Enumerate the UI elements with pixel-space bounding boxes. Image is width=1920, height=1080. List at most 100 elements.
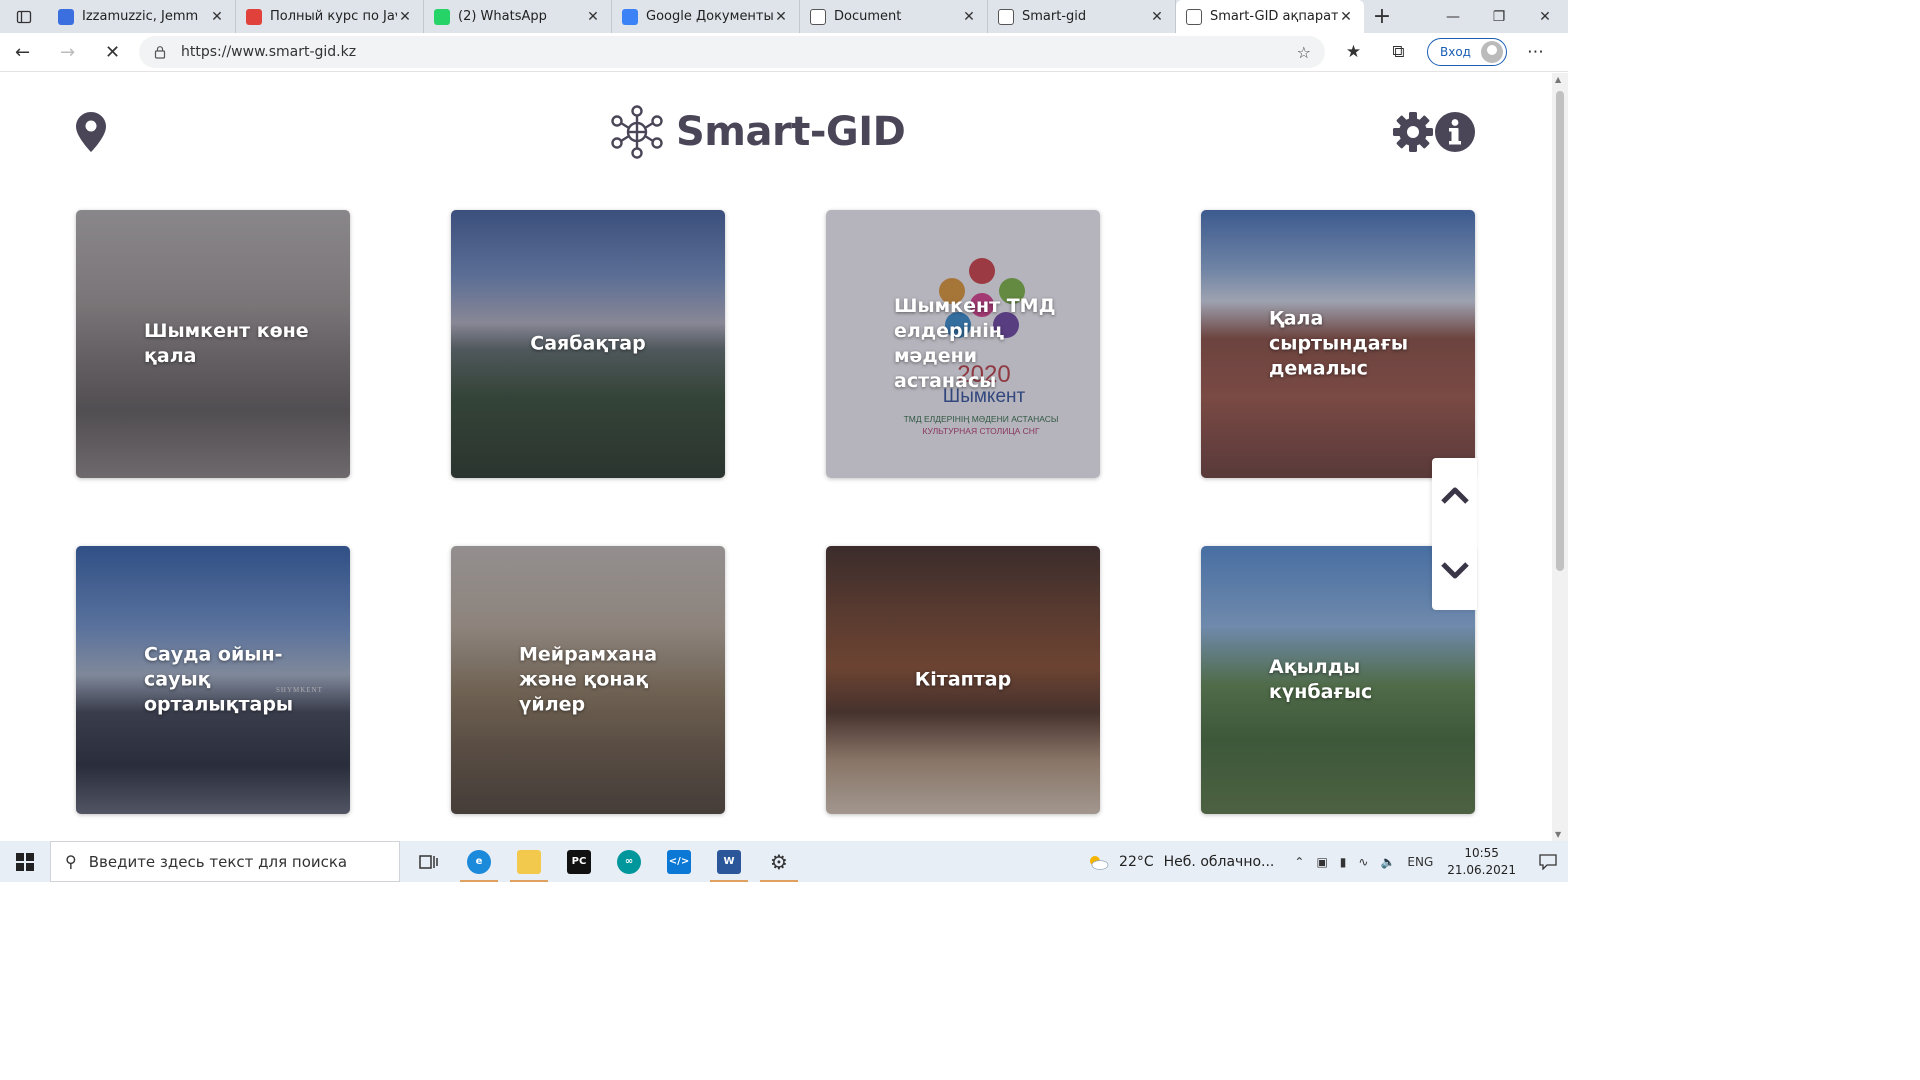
taskbar-search[interactable]: ⚲ Введите здесь текст для поиска (50, 841, 400, 882)
url-text[interactable]: https://www.smart-gid.kz (181, 44, 1297, 60)
forward-button[interactable]: → (45, 34, 90, 70)
notifications-button[interactable] (1528, 853, 1568, 870)
browser-tab[interactable]: Smart-gid ✕ (988, 0, 1176, 33)
battery-icon[interactable]: ▮ (1340, 855, 1347, 869)
folder-icon (517, 849, 541, 874)
card-label: Ақылды күнбағыс (1269, 656, 1373, 703)
browser-tab[interactable]: Smart-GID ақпаратты✕ (1176, 0, 1364, 33)
scroll-down-arrow-icon[interactable]: ▼ (1555, 830, 1561, 839)
page-scrollbar[interactable]: ▲ ▼ (1552, 73, 1568, 841)
location-pin-icon[interactable] (74, 111, 108, 153)
category-card[interactable]: Шымкент көне қала (76, 210, 350, 478)
close-tab-icon[interactable]: ✕ (585, 9, 601, 25)
wifi-icon[interactable]: ∿ (1358, 855, 1368, 869)
taskbar-word[interactable]: W (704, 841, 754, 882)
browser-tab[interactable]: Document ✕ (800, 0, 988, 33)
scroll-up-arrow-icon[interactable]: ▲ (1555, 75, 1561, 84)
arrow-left-icon: ← (14, 41, 31, 63)
close-tab-icon[interactable]: ✕ (773, 9, 789, 25)
browser-tab[interactable]: Izzamuzzic, Jemm ✕ (48, 0, 236, 33)
browser-tab-strip: Izzamuzzic, Jemm ✕ Полный курс по Java ✕ (2)… (0, 0, 1568, 33)
task-view-icon (419, 854, 438, 869)
weather-temp: 22°C (1119, 853, 1154, 870)
add-favorite-icon[interactable]: ☆ (1297, 43, 1311, 62)
more-menu-button[interactable]: ⋯ (1513, 42, 1558, 62)
chevron-down-icon[interactable] (1440, 560, 1470, 582)
taskbar-pycharm[interactable]: PC (554, 841, 604, 882)
restore-button[interactable]: ❐ (1476, 0, 1522, 33)
close-window-button[interactable]: ✕ (1522, 0, 1568, 33)
tab-title: Document (834, 9, 902, 24)
minimize-icon: — (1446, 8, 1460, 25)
browser-toolbar: ← → ✕ https://www.smart-gid.kz ☆ ★ ⧉ Вхо… (0, 33, 1568, 72)
clock-date: 21.06.2021 (1447, 862, 1516, 877)
tab-title: Google Документы (646, 9, 773, 24)
close-tab-icon[interactable]: ✕ (209, 9, 225, 25)
signin-button[interactable]: Вход (1427, 38, 1507, 66)
taskbar-settings[interactable]: ⚙ (754, 841, 804, 882)
close-tab-icon[interactable]: ✕ (397, 9, 413, 25)
close-icon: ✕ (104, 41, 121, 63)
close-tab-icon[interactable]: ✕ (1338, 9, 1354, 25)
start-button[interactable] (0, 841, 50, 882)
category-card[interactable]: SHYMKENT Сауда ойын-сауық орталықтары (76, 546, 350, 814)
language-indicator[interactable]: ENG (1407, 855, 1433, 869)
favorites-button[interactable]: ★ (1331, 42, 1376, 62)
category-card[interactable]: Кітаптар (826, 546, 1100, 814)
task-view-button[interactable] (404, 841, 454, 882)
card-label: Сауда ойын-сауық орталықтары (144, 643, 294, 716)
browser-tab[interactable]: Полный курс по Java ✕ (236, 0, 424, 33)
taskbar-arduino[interactable]: ∞ (604, 841, 654, 882)
tab-actions-icon (16, 10, 32, 23)
volume-icon[interactable]: 🔈 (1380, 855, 1395, 869)
browser-tab[interactable]: (2) WhatsApp ✕ (424, 0, 612, 33)
windows-logo-icon (16, 852, 34, 871)
web-page: Smart-GID Шымкент көне қала Саябақтар 20… (0, 73, 1552, 841)
settings-icon: ⚙ (770, 849, 788, 874)
new-tab-button[interactable]: + (1364, 0, 1400, 33)
category-card[interactable]: Мейрамхана және қонақ үйлер (451, 546, 725, 814)
stop-loading-button[interactable]: ✕ (90, 34, 135, 70)
system-tray: 22°C Неб. облачно... ⌃ ▣ ▮ ∿ 🔈 ENG 10:55… (1087, 841, 1568, 882)
taskbar-explorer[interactable] (504, 841, 554, 882)
google-docs-icon (622, 8, 638, 25)
vscode-icon: </> (667, 849, 691, 874)
restore-icon: ❐ (1492, 8, 1506, 25)
whatsapp-icon (434, 8, 450, 25)
page-icon (810, 8, 826, 25)
browser-tab[interactable]: Google Документы ✕ (612, 0, 800, 33)
weather-widget[interactable]: 22°C Неб. облачно... (1087, 854, 1274, 870)
media-player-icon (58, 8, 74, 25)
chevron-up-icon[interactable] (1440, 484, 1470, 506)
info-icon[interactable] (1434, 111, 1476, 153)
site-brand: Smart-GID (676, 109, 906, 155)
tab-title: Izzamuzzic, Jemm (82, 9, 199, 24)
favorites-icon: ★ (1345, 42, 1362, 62)
edge-icon: e (467, 849, 491, 874)
chevron-up-icon[interactable]: ⌃ (1294, 855, 1304, 869)
category-card[interactable]: Қала сыртындағы демалыс (1201, 210, 1475, 478)
taskbar-vscode[interactable]: </> (654, 841, 704, 882)
clock-time: 10:55 (1464, 845, 1499, 860)
category-card[interactable]: Саябақтар (451, 210, 725, 478)
close-tab-icon[interactable]: ✕ (961, 9, 977, 25)
minimize-button[interactable]: — (1430, 0, 1476, 33)
settings-gear-icon[interactable] (1392, 111, 1434, 153)
tab-actions-button[interactable] (0, 0, 48, 33)
card-label: Қала сыртындағы демалыс (1269, 307, 1409, 380)
taskbar-edge[interactable]: e (454, 841, 504, 882)
back-button[interactable]: ← (0, 34, 45, 70)
close-tab-icon[interactable]: ✕ (1149, 9, 1165, 25)
site-logo[interactable]: Smart-GID (610, 105, 906, 159)
scrollbar-thumb[interactable] (1556, 91, 1564, 571)
arduino-icon: ∞ (617, 849, 641, 874)
page-icon (998, 8, 1014, 25)
search-placeholder: Введите здесь текст для поиска (88, 852, 348, 871)
clock[interactable]: 10:55 21.06.2021 (1447, 845, 1516, 879)
category-card[interactable]: 2020 Шымкент ТМД ЕЛДЕРІНІҢ МӘДЕНИ АСТАНАСЫ… (826, 210, 1100, 478)
collections-button[interactable]: ⧉ (1376, 42, 1421, 62)
meet-now-icon[interactable]: ▣ (1316, 855, 1327, 869)
weather-text: Неб. облачно... (1163, 853, 1275, 870)
side-scroll-panel (1432, 458, 1477, 610)
address-bar[interactable]: https://www.smart-gid.kz ☆ (139, 36, 1325, 68)
